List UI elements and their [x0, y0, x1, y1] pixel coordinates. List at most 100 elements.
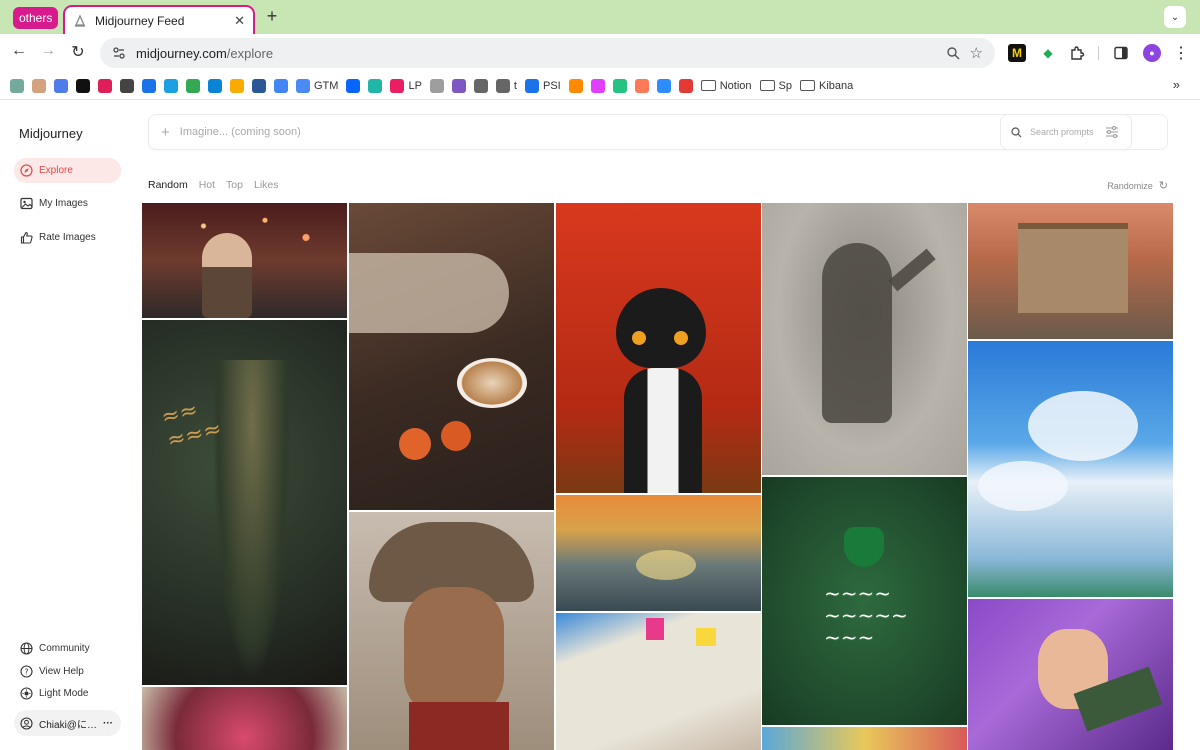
bookmark-item[interactable]: Kibana [799, 76, 854, 96]
address-bar[interactable]: midjourney.com/explore ☆ [100, 38, 995, 68]
globe-icon [20, 642, 33, 655]
nav-rate-images[interactable]: Rate Images [14, 225, 121, 250]
bookmark-item[interactable] [208, 76, 222, 96]
image-tile[interactable] [349, 512, 554, 750]
image-tile[interactable] [142, 687, 347, 750]
bookmark-label: t [513, 79, 517, 92]
bookmark-item[interactable] [10, 76, 24, 96]
svg-text:?: ? [24, 667, 28, 676]
image-tile[interactable] [762, 727, 967, 750]
image-tile[interactable]: ~~~~ ~~~~~ ~~~ [762, 477, 967, 725]
calendar-icon [142, 78, 156, 93]
tab-random[interactable]: Random [148, 179, 188, 191]
tab-hot[interactable]: Hot [199, 179, 215, 191]
nav-community[interactable]: Community [14, 636, 121, 661]
bookmark-item[interactable] [164, 76, 178, 96]
nav-light-mode[interactable]: Light Mode [14, 681, 121, 706]
tab-likes[interactable]: Likes [254, 179, 279, 191]
more-options-icon[interactable]: ··· [103, 718, 121, 729]
bookmarks-bar: GTM LP t PSI Notion Sp Kibana » [0, 72, 1200, 100]
bookmark-item[interactable] [120, 76, 134, 96]
bookmark-item[interactable]: LP [390, 76, 422, 96]
midjourney-favicon-icon [74, 13, 86, 27]
bookmark-item[interactable]: t [495, 76, 517, 96]
bookmark-label: Notion [719, 79, 752, 92]
bookmark-item[interactable] [186, 76, 200, 96]
image-tile[interactable] [968, 341, 1173, 597]
bookmark-item[interactable] [32, 76, 46, 96]
folder-icon [799, 80, 815, 91]
search-prompts-box[interactable]: Search prompts [1000, 114, 1168, 150]
bookmark-item[interactable] [568, 76, 583, 96]
image-tile[interactable] [762, 203, 967, 475]
bookmark-item[interactable] [473, 76, 488, 96]
image-tile[interactable] [968, 203, 1173, 339]
nav-community-label: Community [39, 643, 90, 654]
image-tile[interactable] [556, 203, 761, 493]
active-tab[interactable]: Midjourney Feed ✕ [63, 5, 255, 34]
forward-icon[interactable]: → [38, 42, 58, 60]
bookmark-label: Kibana [818, 79, 854, 92]
plus-icon[interactable]: + [161, 124, 170, 141]
browser-tab-strip: others Midjourney Feed ✕ + ⌄ [0, 0, 1200, 34]
bookmark-star-icon[interactable]: ☆ [970, 44, 983, 62]
bookmark-item[interactable] [612, 76, 627, 96]
image-tile[interactable] [142, 203, 347, 318]
bookmarks-overflow-icon[interactable]: » [1173, 77, 1180, 92]
bookmark-item[interactable] [634, 76, 649, 96]
image-tile[interactable] [556, 613, 761, 750]
search-input[interactable]: Search prompts [1030, 127, 1094, 137]
bookmark-item[interactable] [429, 76, 444, 96]
bookmark-item[interactable] [368, 76, 383, 96]
bookmark-item[interactable] [76, 76, 90, 96]
nav-rate-images-label: Rate Images [39, 232, 96, 243]
anthropic-icon [32, 78, 46, 93]
bookmark-item[interactable]: GTM [296, 76, 338, 96]
extensions-puzzle-icon[interactable] [1068, 44, 1086, 62]
bookmark-item[interactable] [252, 76, 266, 96]
side-panel-icon[interactable] [1112, 44, 1130, 62]
bookmark-item[interactable] [98, 76, 112, 96]
tab-search-chevron-icon[interactable]: ⌄ [1164, 6, 1186, 28]
bookmark-item[interactable] [590, 76, 605, 96]
close-tab-icon[interactable]: ✕ [234, 13, 245, 29]
image-tile[interactable] [556, 495, 761, 611]
bookmark-item[interactable] [230, 76, 244, 96]
tab-top[interactable]: Top [226, 179, 243, 191]
tab-group-label[interactable]: others [13, 7, 59, 29]
image-tile[interactable] [349, 203, 554, 510]
meta-icon [346, 78, 361, 93]
bookmark-item[interactable] [656, 76, 671, 96]
bookmark-item[interactable]: Sp [759, 76, 792, 96]
reload-icon[interactable]: ↻ [68, 42, 88, 62]
extension-drop-icon[interactable]: ◆ [1039, 44, 1057, 62]
imagine-bar[interactable]: + Imagine... (coming soon) [148, 114, 1132, 150]
analytics-icon [230, 78, 244, 93]
user-menu[interactable]: Chiaki@に… ··· [14, 710, 121, 736]
hubspot-icon [634, 78, 649, 93]
bookmark-item[interactable] [54, 76, 68, 96]
nav-explore[interactable]: Explore [14, 158, 121, 183]
zoom-icon[interactable] [946, 46, 960, 60]
image-tile[interactable]: ≈≈ ≈≈≈ [142, 320, 347, 685]
bookmark-item[interactable] [274, 76, 288, 96]
bookmark-item[interactable] [678, 76, 693, 96]
circle-icon [429, 78, 444, 93]
bookmark-item[interactable] [451, 76, 466, 96]
bookmark-item[interactable] [346, 76, 361, 96]
bookmark-item[interactable] [142, 76, 156, 96]
randomize-button[interactable]: Randomize ↻ [1107, 179, 1168, 192]
browser-menu-icon[interactable]: ⋮ [1172, 44, 1190, 62]
image-icon [20, 197, 33, 210]
new-tab-icon[interactable]: + [262, 6, 282, 27]
bookmark-label: GTM [314, 79, 339, 92]
profile-avatar[interactable]: ● [1143, 44, 1161, 62]
bookmark-item[interactable]: PSI [524, 76, 561, 96]
extension-m-icon[interactable]: M [1008, 44, 1026, 62]
bookmark-item[interactable]: Notion [700, 76, 752, 96]
imagine-input[interactable]: Imagine... (coming soon) [180, 126, 1095, 138]
image-tile[interactable] [968, 599, 1173, 750]
site-settings-icon[interactable] [112, 46, 126, 60]
back-icon[interactable]: ← [9, 42, 29, 60]
nav-my-images[interactable]: My Images [14, 191, 121, 216]
